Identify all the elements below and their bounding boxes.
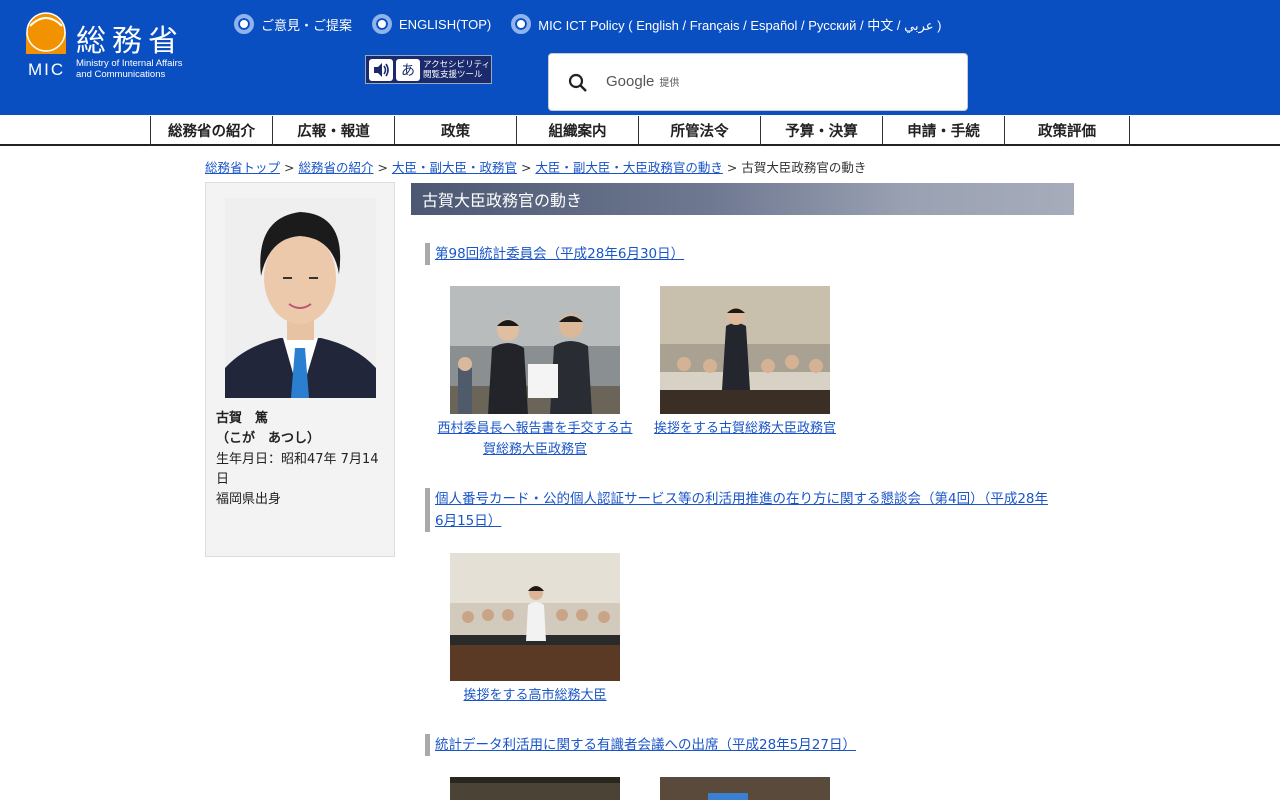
breadcrumb-about[interactable]: 総務省の紹介 [298,160,373,175]
photo-caption: 挨拶をする古賀総務大臣政務官 [645,418,845,439]
profile-info: 生年月日：昭和47年 7月14日 福岡県出身 [216,450,386,510]
english-top-link[interactable]: ENGLISH(TOP) [372,13,491,35]
accessibility-tool-label: アクセシビリティ 閲覧支援ツール [423,60,490,80]
photo-caption: 挨拶をする高市総務大臣 [435,685,635,706]
breadcrumb-activities[interactable]: 大臣・副大臣・大臣政務官の動き [535,160,723,175]
accessibility-line2: 閲覧支援ツール [423,69,483,80]
profile-name-reading: （こが あつし） [216,431,321,446]
header-links: ご意見・ご提案 ENGLISH(TOP) MIC ICT Policy ( En… [234,13,961,35]
event-heading: 個人番号カード・公的個人認証サービス等の利活用推進の在り方に関する懇談会（第4回… [425,488,1055,532]
logo-en-line1: Ministry of Internal Affairs [76,58,183,69]
photo-caption-link[interactable]: 挨拶をする高市総務大臣 [463,688,606,703]
global-nav: 総務省の紹介 広報・報道 政策 組織案内 所管法令 予算・決算 申請・手続 政策… [0,115,1280,146]
bullet-circle-icon [372,14,393,34]
hiragana-a-icon: あ [396,58,420,81]
profile-name-kanji: 古賀 篤 [216,411,269,426]
nav-item-press[interactable]: 広報・報道 [273,116,395,145]
event-photo[interactable] [450,286,620,414]
logo-en-line2: and Communications [76,69,166,80]
profile-birthdate: 生年月日：昭和47年 7月14日 [216,452,379,487]
nav-item-evaluation[interactable]: 政策評価 [1005,116,1130,145]
breadcrumb-separator: > [377,160,388,175]
accessibility-tool-button[interactable]: あ アクセシビリティ 閲覧支援ツール [365,55,492,84]
event-photo[interactable] [450,777,620,800]
site-header: 総務省 MIC Ministry of Internal Affairs and… [0,0,1280,115]
photo-caption-link[interactable]: 挨拶をする古賀総務大臣政務官 [654,421,836,436]
photo-caption: 西村委員長へ報告書を手交する古賀総務大臣政務官 [435,418,635,460]
event-photo[interactable] [660,286,830,414]
breadcrumb-separator: > [520,160,532,175]
search-input[interactable] [605,70,945,96]
breadcrumb-separator: > [284,160,295,175]
accessibility-line1: アクセシビリティ [423,59,491,70]
logo-japanese-text: 総務省 [76,24,184,59]
speaker-icon [369,58,393,81]
breadcrumb-separator: > [726,160,738,175]
opinion-link[interactable]: ご意見・ご提案 [234,13,352,35]
bullet-circle-icon [511,14,532,34]
event-heading: 第98回統計委員会（平成28年6月30日） [425,243,684,265]
english-top-link-label: ENGLISH(TOP) [399,16,492,32]
logo-sun-icon [26,12,66,54]
nav-item-budget[interactable]: 予算・決算 [761,116,883,145]
nav-item-about[interactable]: 総務省の紹介 [151,116,273,145]
breadcrumb-current: 古賀大臣政務官の動き [741,160,867,175]
breadcrumb-top[interactable]: 総務省トップ [205,160,280,175]
nav-item-laws[interactable]: 所管法令 [639,116,761,145]
ict-policy-link-label: MIC ICT Policy ( English / Français / Es… [538,17,942,33]
event-photo[interactable] [450,553,620,681]
event-link-statistics-data-forum[interactable]: 統計データ利活用に関する有識者会議への出席（平成28年5月27日） [435,737,856,753]
event-link-statistics-committee[interactable]: 第98回統計委員会（平成28年6月30日） [435,246,684,262]
portrait-photo [225,198,376,398]
photo-caption-link[interactable]: 西村委員長へ報告書を手交する古賀総務大臣政務官 [437,421,632,457]
event-heading: 統計データ利活用に関する有識者会議への出席（平成28年5月27日） [425,734,856,756]
event-link-my-number-card-forum[interactable]: 個人番号カード・公的個人認証サービス等の利活用推進の在り方に関する懇談会（第4回… [435,491,1048,529]
search-icon[interactable] [568,73,588,93]
nav-item-organization[interactable]: 組織案内 [517,116,639,145]
ict-policy-link[interactable]: MIC ICT Policy ( English / Français / Es… [511,13,941,35]
page-title: 古賀大臣政務官の動き [411,183,1074,215]
breadcrumb: 総務省トップ > 総務省の紹介 > 大臣・副大臣・政務官 > 大臣・副大臣・大臣… [205,157,866,176]
bullet-circle-icon [234,14,254,34]
breadcrumb-ministers[interactable]: 大臣・副大臣・政務官 [392,160,517,175]
logo-mic-text: MIC [28,60,66,79]
nav-item-policy[interactable]: 政策 [395,116,517,145]
profile-name: 古賀 篤 （こが あつし） [216,409,386,449]
profile-origin: 福岡県出身 [216,492,282,507]
logo-english-text: Ministry of Internal Affairs and Communi… [76,58,182,80]
event-photo[interactable] [660,777,830,800]
opinion-link-label: ご意見・ご提案 [261,17,353,33]
nav-item-applications[interactable]: 申請・手続 [883,116,1005,145]
mic-logo[interactable]: 総務省 MIC Ministry of Internal Affairs and… [26,12,216,82]
profile-sidebar: 古賀 篤 （こが あつし） 生年月日：昭和47年 7月14日 福岡県出身 [205,182,395,557]
site-search: Google 提供 [548,53,968,111]
